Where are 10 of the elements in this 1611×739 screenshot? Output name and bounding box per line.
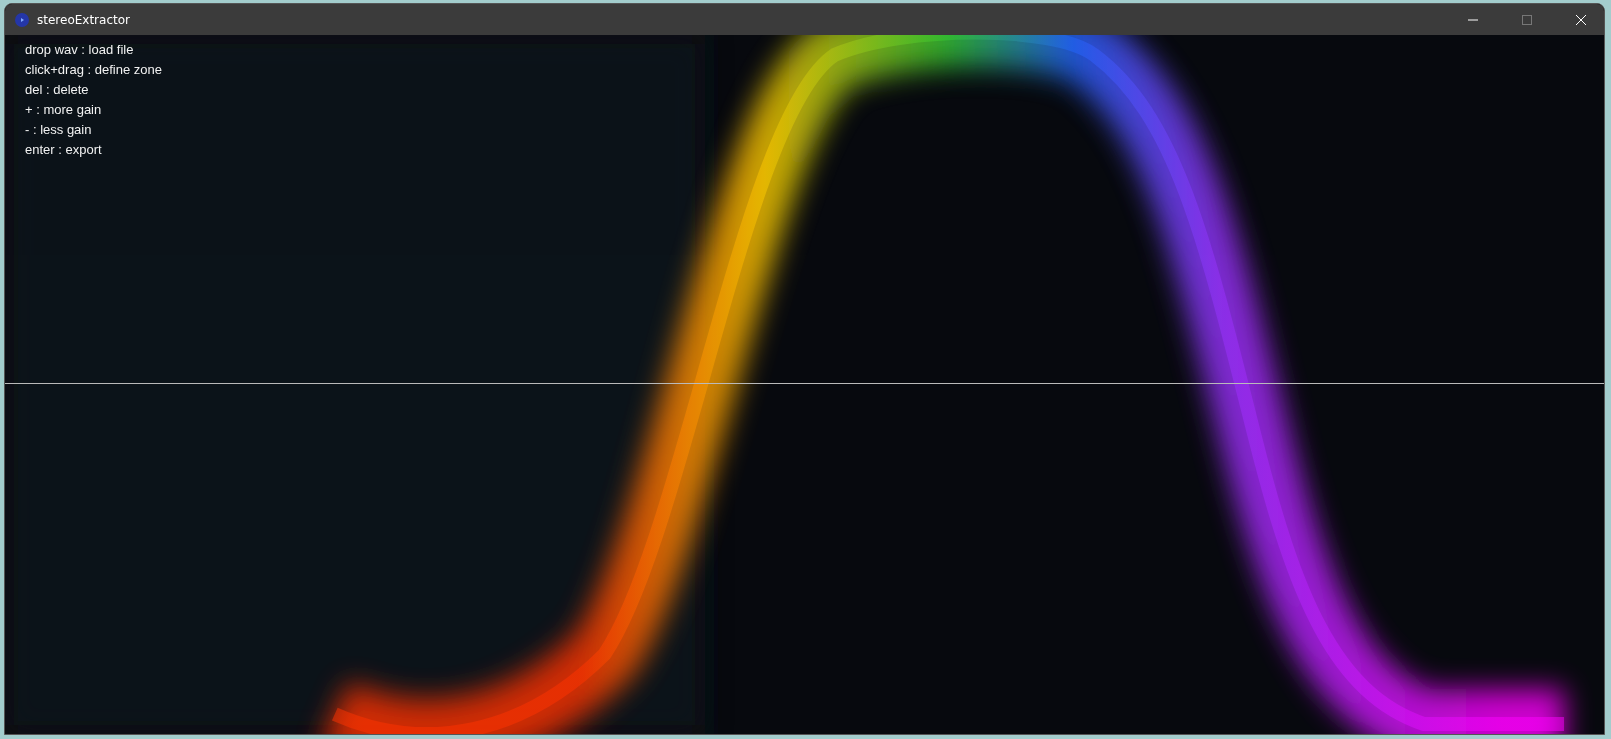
help-text: enter : export	[25, 141, 103, 159]
help-text: drop wav : load file	[25, 41, 135, 59]
app-icon	[15, 12, 29, 27]
help-text: click+drag : define zone	[25, 61, 162, 79]
close-icon	[1575, 13, 1587, 26]
help-text: del : delete	[25, 81, 90, 99]
window-title: stereoExtractor	[37, 12, 131, 27]
help-text: + : more gain	[25, 101, 103, 119]
help-text: - : less gain	[25, 121, 93, 139]
maximize-icon	[1522, 14, 1532, 25]
